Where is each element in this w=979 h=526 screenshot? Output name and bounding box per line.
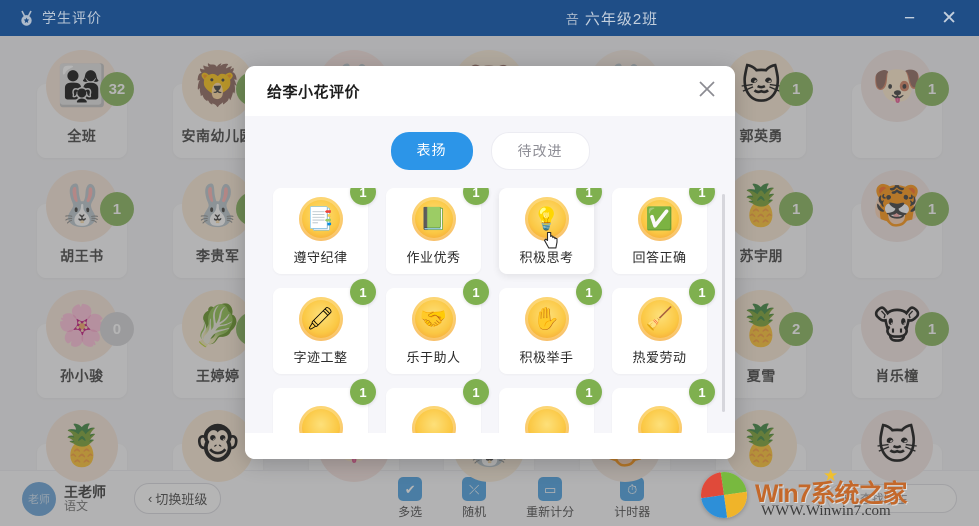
dialog-title: 给李小花评价: [267, 83, 361, 101]
evaluation-item-label: 热爱劳动: [632, 349, 687, 365]
handshake-icon: 🤝: [411, 296, 456, 341]
title-bar-left: 学生评价: [0, 8, 320, 28]
raised-hand-icon: ✋: [524, 296, 569, 341]
evaluation-item-label: 乐于助人: [406, 349, 461, 365]
evaluation-item-badge: 1: [576, 379, 602, 405]
evaluation-item[interactable]: 🧹 热爱劳动 1: [612, 279, 715, 374]
evaluation-item-badge: 1: [463, 279, 489, 305]
app-root: 学生评价 咅 六年级2班 − ✕ 👨‍👩‍👧全班32🦁安南幼儿园1🐰1🐻1🐰范改…: [0, 0, 979, 526]
minimize-button[interactable]: −: [904, 9, 915, 28]
tab-praise[interactable]: 表扬: [390, 132, 473, 170]
pencil-icon: 🖍: [298, 296, 343, 341]
partial-row-icon: [524, 406, 569, 433]
dialog-footer: [245, 433, 735, 459]
window-controls: − ✕: [904, 9, 979, 28]
evaluation-item[interactable]: 📑 遵守纪律 1: [273, 188, 376, 274]
watermark-url: WWW.Winwin7.com: [761, 503, 891, 519]
broom-icon: 🧹: [637, 296, 682, 341]
dialog-header: 给李小花评价: [245, 66, 735, 116]
close-window-button[interactable]: ✕: [941, 9, 957, 28]
close-icon[interactable]: [697, 79, 717, 103]
windows-logo-icon: [698, 469, 750, 521]
evaluation-item-label: 积极举手: [519, 349, 574, 365]
dialog-tabs: 表扬 待改进: [245, 116, 735, 184]
evaluation-item-badge: 1: [689, 188, 715, 205]
evaluation-item-badge: 1: [463, 379, 489, 405]
evaluation-item-badge: 1: [689, 279, 715, 305]
tab-improve[interactable]: 待改进: [490, 132, 590, 170]
rules-book-icon: 📑: [298, 196, 343, 241]
evaluation-item-badge: 1: [463, 188, 489, 205]
evaluation-scroll-area: 📑 遵守纪律 1 📗 作业优秀 1 💡 积极思考 1 ✅ 回答正确 1 🖍 字迹工整 1 🤝 乐于助人 1 ✋ 积极举…: [245, 188, 735, 433]
title-bar-center: 咅 六年级2班: [320, 8, 904, 29]
evaluation-item[interactable]: 📗 作业优秀 1: [386, 188, 489, 274]
evaluation-item-badge: 1: [350, 379, 376, 405]
evaluation-item[interactable]: 1: [499, 379, 602, 433]
dialog-body: 表扬 待改进 📑 遵守纪律 1 📗 作业优秀 1 💡 积极思考 1 ✅ 回答正确 1 🖍 字迹工整 1 🤝 乐于助…: [245, 116, 735, 433]
watermark: ★ Win7系统之家 WWW.Winwin7.com: [673, 466, 973, 524]
evaluation-item-badge: 1: [576, 279, 602, 305]
evaluation-item-label: 回答正确: [632, 249, 687, 265]
evaluation-item-badge: 1: [576, 188, 602, 205]
partial-row-icon: [637, 406, 682, 433]
check-mark-icon: ✅: [637, 196, 682, 241]
evaluation-item[interactable]: 🖍 字迹工整 1: [273, 279, 376, 374]
evaluation-item[interactable]: ✋ 积极举手 1: [499, 279, 602, 374]
lightbulb-icon: 💡: [524, 196, 569, 241]
evaluation-item-badge: 1: [350, 188, 376, 205]
vertical-scrollbar[interactable]: [722, 194, 725, 412]
homework-icon: 📗: [411, 196, 456, 241]
class-title: 六年级2班: [584, 10, 659, 28]
app-title: 学生评价: [42, 10, 102, 26]
medal-icon: [18, 10, 35, 27]
class-icon: 咅: [565, 11, 579, 27]
evaluation-item-label: 字迹工整: [293, 349, 348, 365]
partial-row-icon: [411, 406, 456, 433]
partial-row-icon: [298, 406, 343, 433]
evaluation-item-badge: 1: [350, 279, 376, 305]
evaluation-item[interactable]: 💡 积极思考 1: [499, 188, 602, 274]
evaluation-item[interactable]: 🤝 乐于助人 1: [386, 279, 489, 374]
evaluation-item[interactable]: 1: [273, 379, 376, 433]
evaluation-item-label: 积极思考: [519, 249, 574, 265]
evaluation-item[interactable]: ✅ 回答正确 1: [612, 188, 715, 274]
evaluation-dialog: 给李小花评价 表扬 待改进 📑 遵守纪律 1 📗 作业优秀 1 💡 积极思考 1 ✅ 回答正确 1 🖍 字迹…: [245, 66, 735, 459]
title-bar: 学生评价 咅 六年级2班 − ✕: [0, 0, 979, 36]
evaluation-item-label: 遵守纪律: [293, 249, 348, 265]
evaluation-item[interactable]: 1: [612, 379, 715, 433]
evaluation-item-grid: 📑 遵守纪律 1 📗 作业优秀 1 💡 积极思考 1 ✅ 回答正确 1 🖍 字迹工整 1 🤝 乐于助人 1 ✋ 积极举…: [273, 188, 715, 433]
evaluation-item-label: 作业优秀: [406, 249, 461, 265]
evaluation-item[interactable]: 1: [386, 379, 489, 433]
evaluation-item-badge: 1: [689, 379, 715, 405]
